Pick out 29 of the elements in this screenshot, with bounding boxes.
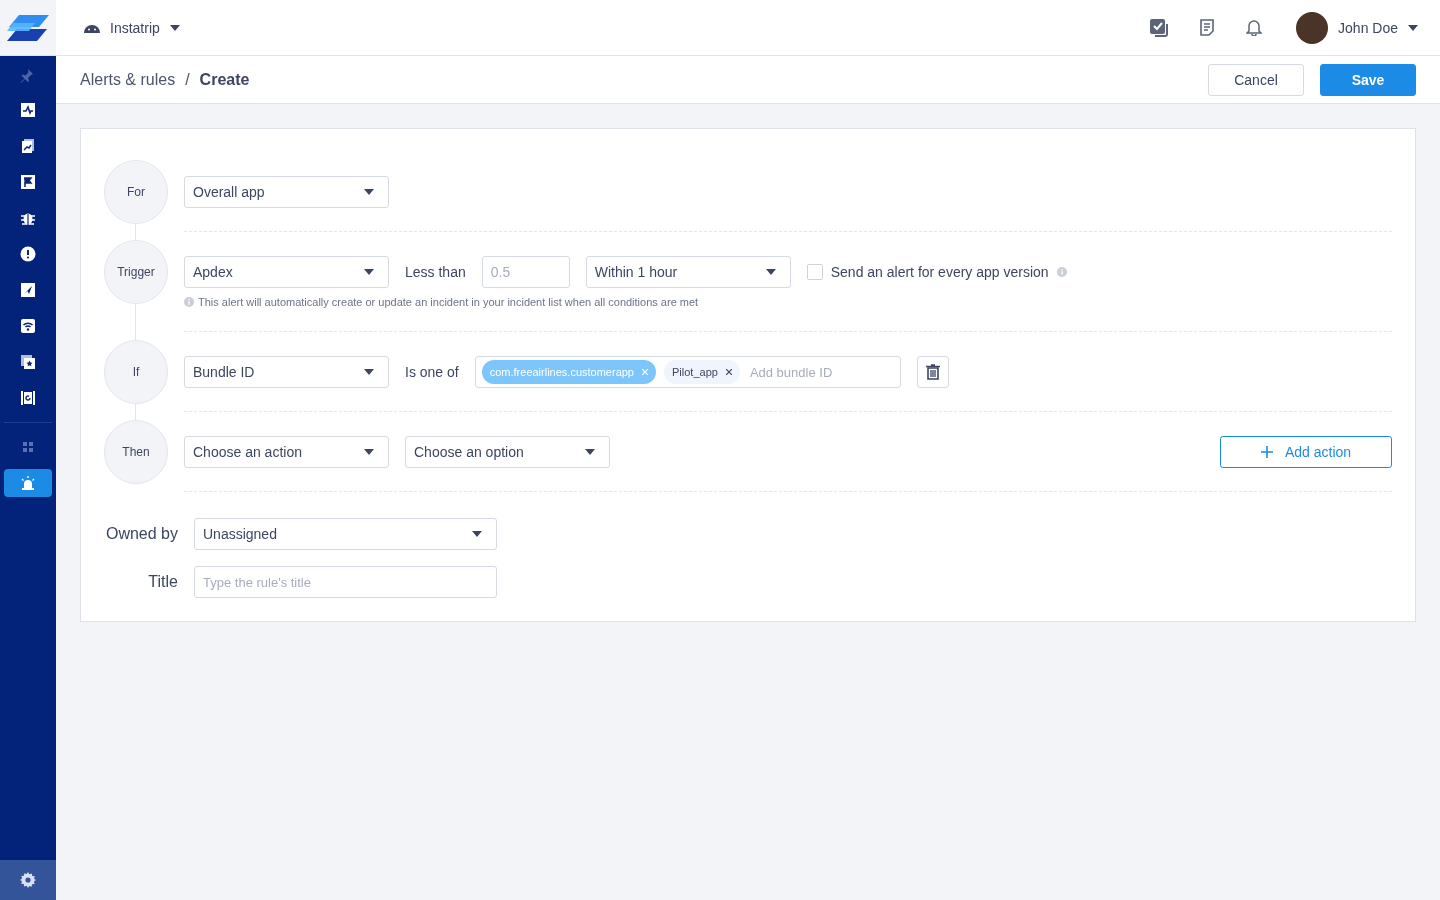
step-label: Then	[104, 420, 168, 484]
dropdown[interactable]: Overall app	[184, 176, 389, 208]
threshold-field[interactable]: 0.5	[481, 256, 570, 288]
field-label: Title	[148, 573, 178, 591]
condition-label: Is one of	[405, 364, 459, 380]
dropdown[interactable]: Apdex	[184, 256, 389, 288]
step-label: Trigger	[104, 240, 168, 304]
breadcrumb-link[interactable]: Alerts & rules	[80, 70, 176, 89]
condition-label: Less than	[405, 264, 466, 280]
step-label: For	[104, 160, 168, 224]
step-label: If	[104, 340, 168, 404]
dropdown[interactable]: Bundle ID	[184, 356, 389, 388]
bundle-id-field[interactable]: com.freeairlines.customerapp Pilot_app Add bundle ID	[474, 356, 901, 388]
save-button[interactable]: Save	[1320, 63, 1416, 96]
dropdown[interactable]: Unassigned	[194, 518, 497, 550]
dropdown[interactable]: Choose an action	[184, 436, 389, 468]
title-field[interactable]: Type the rule's title	[194, 566, 497, 598]
breadcrumb-separator: /	[185, 70, 190, 89]
dropdown[interactable]: Choose an option	[405, 436, 610, 468]
app-selector[interactable]: Instatrip	[84, 19, 180, 36]
tag[interactable]: Pilot_app	[664, 360, 740, 384]
hint-text: This alert will automatically create or update an incident in your incident list when all conditions are met	[198, 296, 699, 308]
add-action-button[interactable]: Add action	[1220, 436, 1392, 468]
cancel-button[interactable]: Cancel	[1208, 63, 1304, 96]
breadcrumb-current: Create	[199, 70, 250, 89]
field-label: Owned by	[105, 525, 178, 543]
checkbox-label: Send an alert for every app version	[830, 264, 1049, 280]
user-menu[interactable]: John Doe	[1290, 10, 1424, 45]
dropdown[interactable]: Within 1 hour	[585, 256, 791, 288]
